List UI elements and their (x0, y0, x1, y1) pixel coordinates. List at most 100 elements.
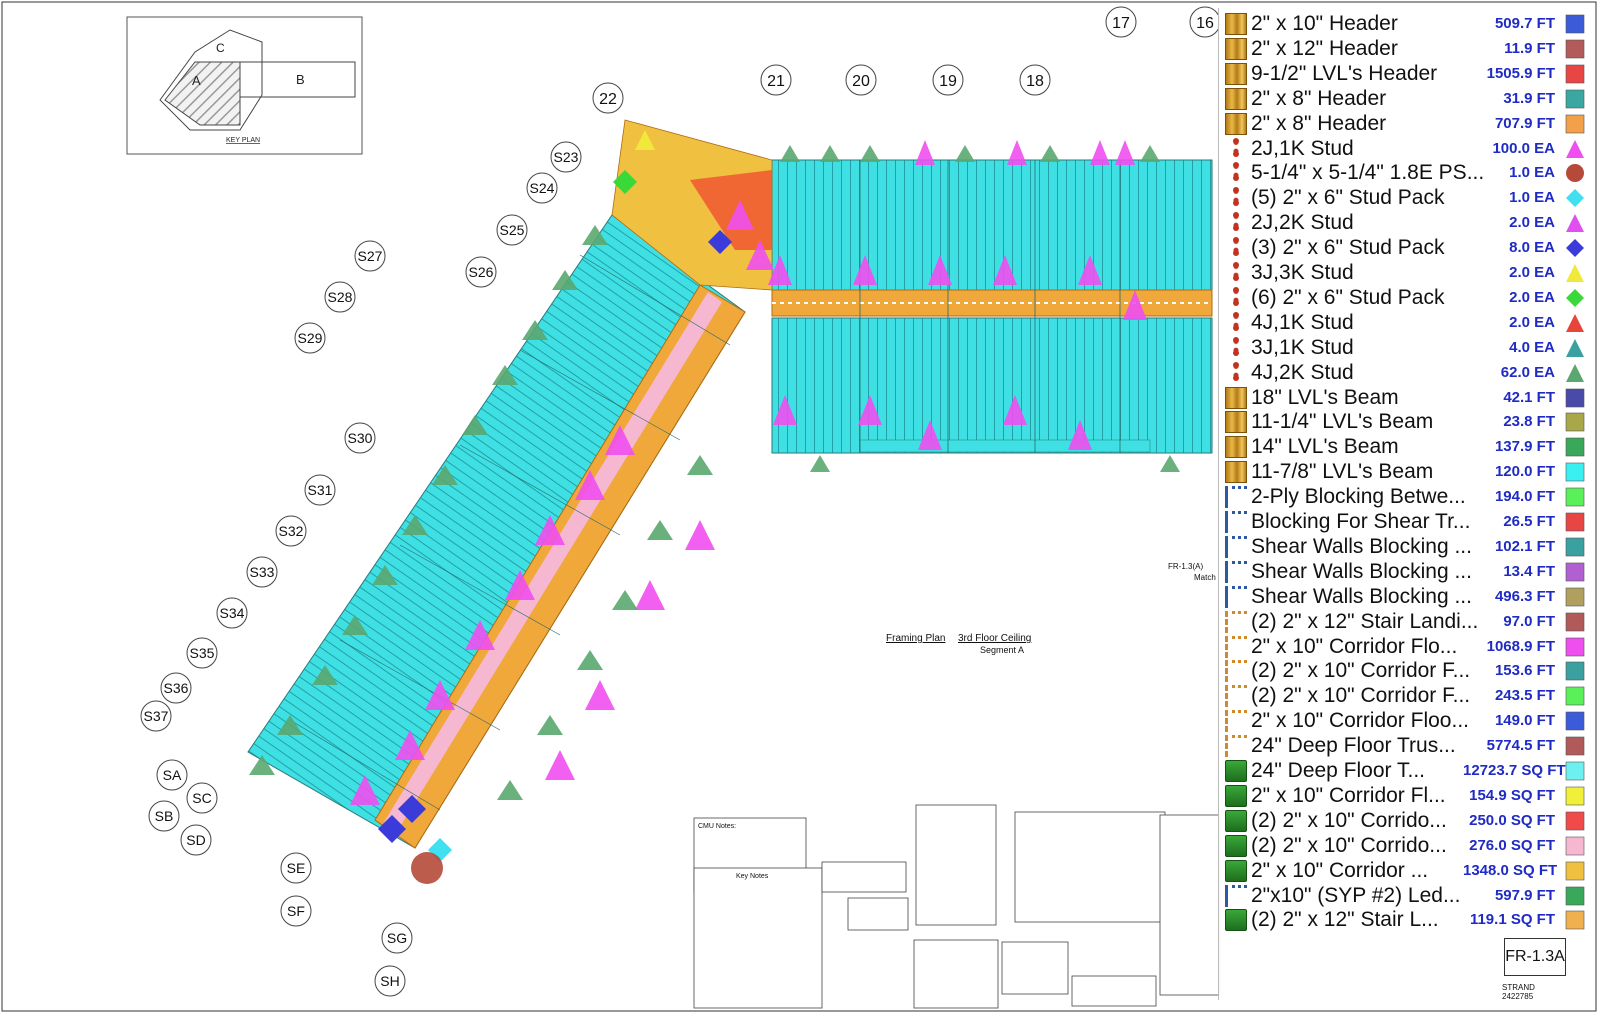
legend-row[interactable]: 5-1/4" x 5-1/4" 1.8E PS... 1.0 EA (1219, 160, 1595, 185)
legend-row[interactable]: 3J,1K Stud 4.0 EA (1219, 335, 1595, 360)
square-swatch-icon (1565, 686, 1585, 706)
grid-s37: S37 (144, 708, 169, 724)
floor-icon (1225, 760, 1247, 782)
legend-item-quantity: 100.0 EA (1492, 139, 1555, 157)
grid-s35: S35 (190, 645, 215, 661)
legend-row[interactable]: (2) 2" x 10" Corrido... 250.0 SQ FT (1219, 808, 1595, 833)
floor-icon (1225, 809, 1247, 832)
legend-item-name: Shear Walls Blocking ... (1251, 584, 1472, 608)
legend-item-quantity: 5774.5 FT (1486, 737, 1555, 755)
stud-icon (1225, 262, 1247, 284)
legend-row[interactable]: Shear Walls Blocking ... 102.1 FT (1219, 534, 1595, 559)
legend-row[interactable]: Blocking For Shear Tr... 26.5 FT (1219, 509, 1595, 534)
plan-segment: Segment A (980, 645, 1024, 655)
legend-row[interactable]: 2J,2K Stud 2.0 EA (1219, 210, 1595, 235)
grid-22: 22 (599, 91, 617, 108)
legend-row[interactable]: (5) 2" x 6" Stud Pack 1.0 EA (1219, 185, 1595, 210)
legend-row[interactable]: (2) 2" x 10" Corridor F... 153.6 FT (1219, 658, 1595, 683)
grid-18: 18 (1026, 73, 1044, 90)
legend-row[interactable]: 2" x 8" Header 31.9 FT (1219, 86, 1595, 111)
legend-row[interactable]: 18" LVL's Beam 42.1 FT (1219, 385, 1595, 410)
legend-row[interactable]: 24" Deep Floor T... 12723.7 SQ FT (1219, 758, 1595, 783)
legend-row[interactable]: 2J,1K Stud 100.0 EA (1219, 136, 1595, 161)
legend-row[interactable]: 2-Ply Blocking Betwe... 194.0 FT (1219, 484, 1595, 509)
beam-icon (1225, 461, 1247, 484)
beam-icon (1225, 87, 1247, 110)
legend-row[interactable]: 14" LVL's Beam 137.9 FT (1219, 434, 1595, 459)
grid-19: 19 (939, 73, 957, 90)
legend-row[interactable]: Shear Walls Blocking ... 496.3 FT (1219, 584, 1595, 609)
rail-icon (1225, 710, 1247, 733)
grid-s32: S32 (279, 523, 304, 539)
floor-icon (1225, 784, 1247, 807)
legend-item-name: 2J,2K Stud (1251, 211, 1354, 235)
legend-row[interactable]: (6) 2" x 6" Stud Pack 2.0 EA (1219, 285, 1595, 310)
legend-item-quantity: 119.1 SQ FT (1469, 911, 1555, 929)
square-swatch-icon (1565, 761, 1585, 781)
stud-icon (1225, 187, 1247, 210)
triangle-swatch-icon (1566, 338, 1584, 357)
legend-item-name: (2) 2" x 10" Corrido... (1251, 833, 1447, 857)
legend-item-name: 2-Ply Blocking Betwe... (1251, 485, 1466, 509)
square-swatch-icon (1565, 462, 1585, 482)
legend-row[interactable]: Shear Walls Blocking ... 13.4 FT (1219, 559, 1595, 584)
square-swatch-icon (1565, 14, 1585, 34)
legend-item-quantity: 250.0 SQ FT (1469, 811, 1555, 829)
legend-item-name: Shear Walls Blocking ... (1251, 534, 1472, 558)
legend-row[interactable]: (2) 2" x 10" Corrido... 276.0 SQ FT (1219, 833, 1595, 858)
legend-row[interactable]: 2" x 8" Header 707.9 FT (1219, 111, 1595, 136)
notes-area (693, 804, 1221, 1009)
sheet-match: FR-1.3(A) (1168, 562, 1203, 571)
square-swatch-icon (1565, 736, 1585, 756)
legend-item-quantity: 597.9 FT (1494, 886, 1555, 904)
legend-item-name: (2) 2" x 10" Corridor F... (1251, 684, 1471, 708)
legend-row[interactable]: (2) 2" x 10" Corridor F... 243.5 FT (1219, 683, 1595, 708)
legend-row[interactable]: 24" Deep Floor Trus... 5774.5 FT (1219, 733, 1595, 758)
grid-16: 16 (1196, 15, 1214, 32)
legend-row[interactable]: 2" x 10" Corridor ... 1348.0 SQ FT (1219, 858, 1595, 883)
legend-row[interactable]: (2) 2" x 12" Stair Landi... 97.0 FT (1219, 609, 1595, 634)
legend-row[interactable]: (3) 2" x 6" Stud Pack 8.0 EA (1219, 235, 1595, 260)
square-swatch-icon (1565, 811, 1585, 831)
beam-icon (1225, 386, 1247, 409)
legend-row[interactable]: 9-1/2" LVL's Header 1505.9 FT (1219, 61, 1595, 86)
legend-item-name: 4J,2K Stud (1251, 360, 1354, 384)
project-id: 2422785 (1502, 992, 1534, 1001)
project-number: STRAND 2422785 (1502, 983, 1568, 1001)
legend-row[interactable]: 2"x10" (SYP #2) Led... 597.9 FT (1219, 883, 1595, 908)
legend-row[interactable]: 4J,2K Stud 62.0 EA (1219, 360, 1595, 385)
legend-item-quantity: 2.0 EA (1509, 264, 1555, 281)
legend-row[interactable]: 2" x 10" Corridor Floo... 149.0 FT (1219, 708, 1595, 733)
legend-row[interactable]: 2" x 10" Corridor Fl... 154.9 SQ FT (1219, 783, 1595, 808)
legend-item-name: 2" x 12" Header (1251, 36, 1398, 60)
square-swatch-icon (1565, 861, 1585, 880)
legend-row[interactable]: 2" x 10" Corridor Flo... 1068.9 FT (1219, 634, 1595, 659)
legend-row[interactable]: 11-1/4" LVL's Beam 23.8 FT (1219, 409, 1595, 434)
square-swatch-icon (1565, 64, 1585, 84)
square-swatch-icon (1565, 487, 1585, 507)
grid-s25: S25 (500, 222, 525, 238)
block-icon (1225, 535, 1247, 558)
horizontal-wing (771, 159, 1213, 454)
block-icon (1225, 560, 1247, 583)
stud-icon (1225, 237, 1247, 260)
legend-row[interactable]: 4J,1K Stud 2.0 EA (1219, 310, 1595, 335)
cmu-notes-title: CMU Notes: (698, 823, 736, 830)
legend-item-name: 2" x 10" Corridor Fl... (1251, 783, 1446, 807)
legend-row[interactable]: 3J,3K Stud 2.0 EA (1219, 260, 1595, 285)
legend-row[interactable]: (2) 2" x 12" Stair L... 119.1 SQ FT (1219, 907, 1595, 932)
diamond-swatch-icon (1566, 189, 1584, 208)
stud-icon (1225, 361, 1247, 384)
key-plan-zone-b: B (296, 72, 305, 87)
legend-row[interactable]: 11-7/8" LVL's Beam 120.0 FT (1219, 459, 1595, 484)
legend-row[interactable]: 2" x 12" Header 11.9 FT (1219, 36, 1595, 61)
project-code: STRAND (1502, 983, 1535, 992)
legend-item-quantity: 102.1 FT (1494, 537, 1555, 555)
legend-item-quantity: 154.9 SQ FT (1469, 786, 1555, 804)
rail-icon (1225, 735, 1247, 758)
legend-row[interactable]: 2" x 10" Header 509.7 FT (1219, 11, 1595, 36)
legend-item-quantity: 137.9 FT (1494, 438, 1555, 456)
legend-item-quantity: 26.5 FT (1503, 513, 1555, 530)
legend-item-quantity: 194.0 FT (1494, 488, 1555, 506)
rail-icon (1225, 660, 1247, 683)
